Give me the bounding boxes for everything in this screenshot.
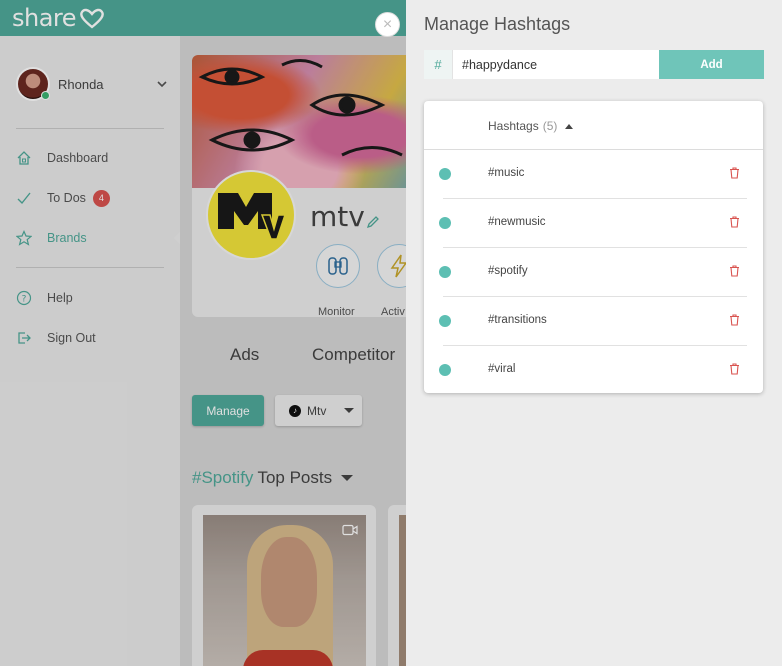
- trash-icon[interactable]: [729, 167, 740, 179]
- status-dot: [439, 217, 451, 229]
- status-dot: [439, 266, 451, 278]
- column-header-label: Hashtags: [488, 119, 539, 133]
- trash-icon[interactable]: [729, 363, 740, 375]
- panel-title: Manage Hashtags: [424, 14, 571, 34]
- status-dot: [439, 315, 451, 327]
- add-button[interactable]: Add: [659, 50, 764, 79]
- hashtag-input[interactable]: [453, 50, 659, 79]
- active-indicator: [174, 232, 180, 244]
- trash-icon[interactable]: [729, 216, 740, 228]
- trash-icon[interactable]: [729, 314, 740, 326]
- modal-backdrop[interactable]: [0, 0, 406, 666]
- table-row: #newmusic: [424, 199, 763, 248]
- hashtag-input-group: # Add: [424, 50, 764, 79]
- status-dot: [439, 168, 451, 180]
- table-row: #spotify: [424, 248, 763, 297]
- hash-prefix: #: [424, 50, 453, 79]
- table-row: #viral: [424, 346, 763, 395]
- manage-hashtags-panel: Manage Hashtags # Add Hashtags (5) #musi…: [406, 0, 782, 666]
- hashtag-name: #newmusic: [488, 216, 546, 228]
- table-row: #transitions: [424, 297, 763, 346]
- hashtag-name: #spotify: [488, 265, 528, 277]
- status-dot: [439, 364, 451, 376]
- hashtag-count: (5): [542, 119, 558, 133]
- sort-up-icon: [565, 123, 574, 129]
- table-row: #music: [424, 150, 763, 199]
- hashtag-name: #transitions: [488, 314, 547, 326]
- close-button[interactable]: ×: [375, 12, 400, 37]
- hashtag-name: #viral: [488, 363, 516, 375]
- hashtags-table: Hashtags (5) #music #newmusic #spotify #…: [424, 101, 763, 393]
- hashtag-name: #music: [488, 167, 525, 179]
- hashtags-column-header[interactable]: Hashtags (5): [488, 119, 574, 133]
- trash-icon[interactable]: [729, 265, 740, 277]
